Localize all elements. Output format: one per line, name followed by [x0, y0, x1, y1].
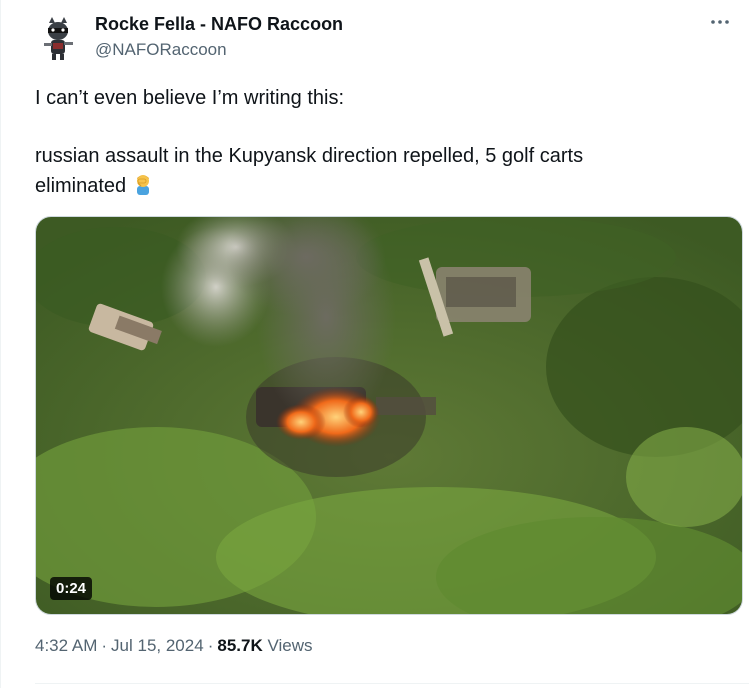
raccoon-avatar-image — [34, 13, 82, 61]
tweet-text-line-3: eliminated — [35, 172, 154, 203]
separator: · — [101, 636, 108, 655]
tweet-text-line-1: I can’t even believe I’m writing this: — [35, 87, 345, 109]
video-player[interactable]: 0:24 — [35, 216, 743, 615]
divider — [35, 683, 749, 684]
author-handle[interactable]: @NAFORaccoon — [95, 40, 227, 60]
more-options-icon — [711, 20, 729, 24]
tweet: Rocke Fella - NAFO Raccoon @NAFORaccoon … — [0, 0, 749, 688]
views-label: Views — [267, 636, 313, 655]
tweet-date[interactable]: Jul 15, 2024 — [111, 636, 204, 655]
video-thumbnail — [36, 217, 742, 614]
views-count: 85.7K — [217, 636, 263, 655]
video-duration-badge: 0:24 — [50, 577, 93, 600]
man-facepalming-emoji — [132, 173, 154, 203]
tweet-text-line-3-words: eliminated — [35, 175, 127, 197]
more-options-button[interactable] — [705, 10, 735, 34]
author-display-name[interactable]: Rocke Fella - NAFO Raccoon — [95, 14, 343, 35]
tweet-time[interactable]: 4:32 AM — [35, 636, 97, 655]
tweet-text-line-2: russian assault in the Kupyansk directio… — [35, 145, 584, 167]
separator: · — [207, 636, 214, 655]
tweet-metadata: 4:32 AM · Jul 15, 2024 · 85.7K Views — [35, 636, 313, 656]
avatar[interactable] — [34, 13, 82, 61]
